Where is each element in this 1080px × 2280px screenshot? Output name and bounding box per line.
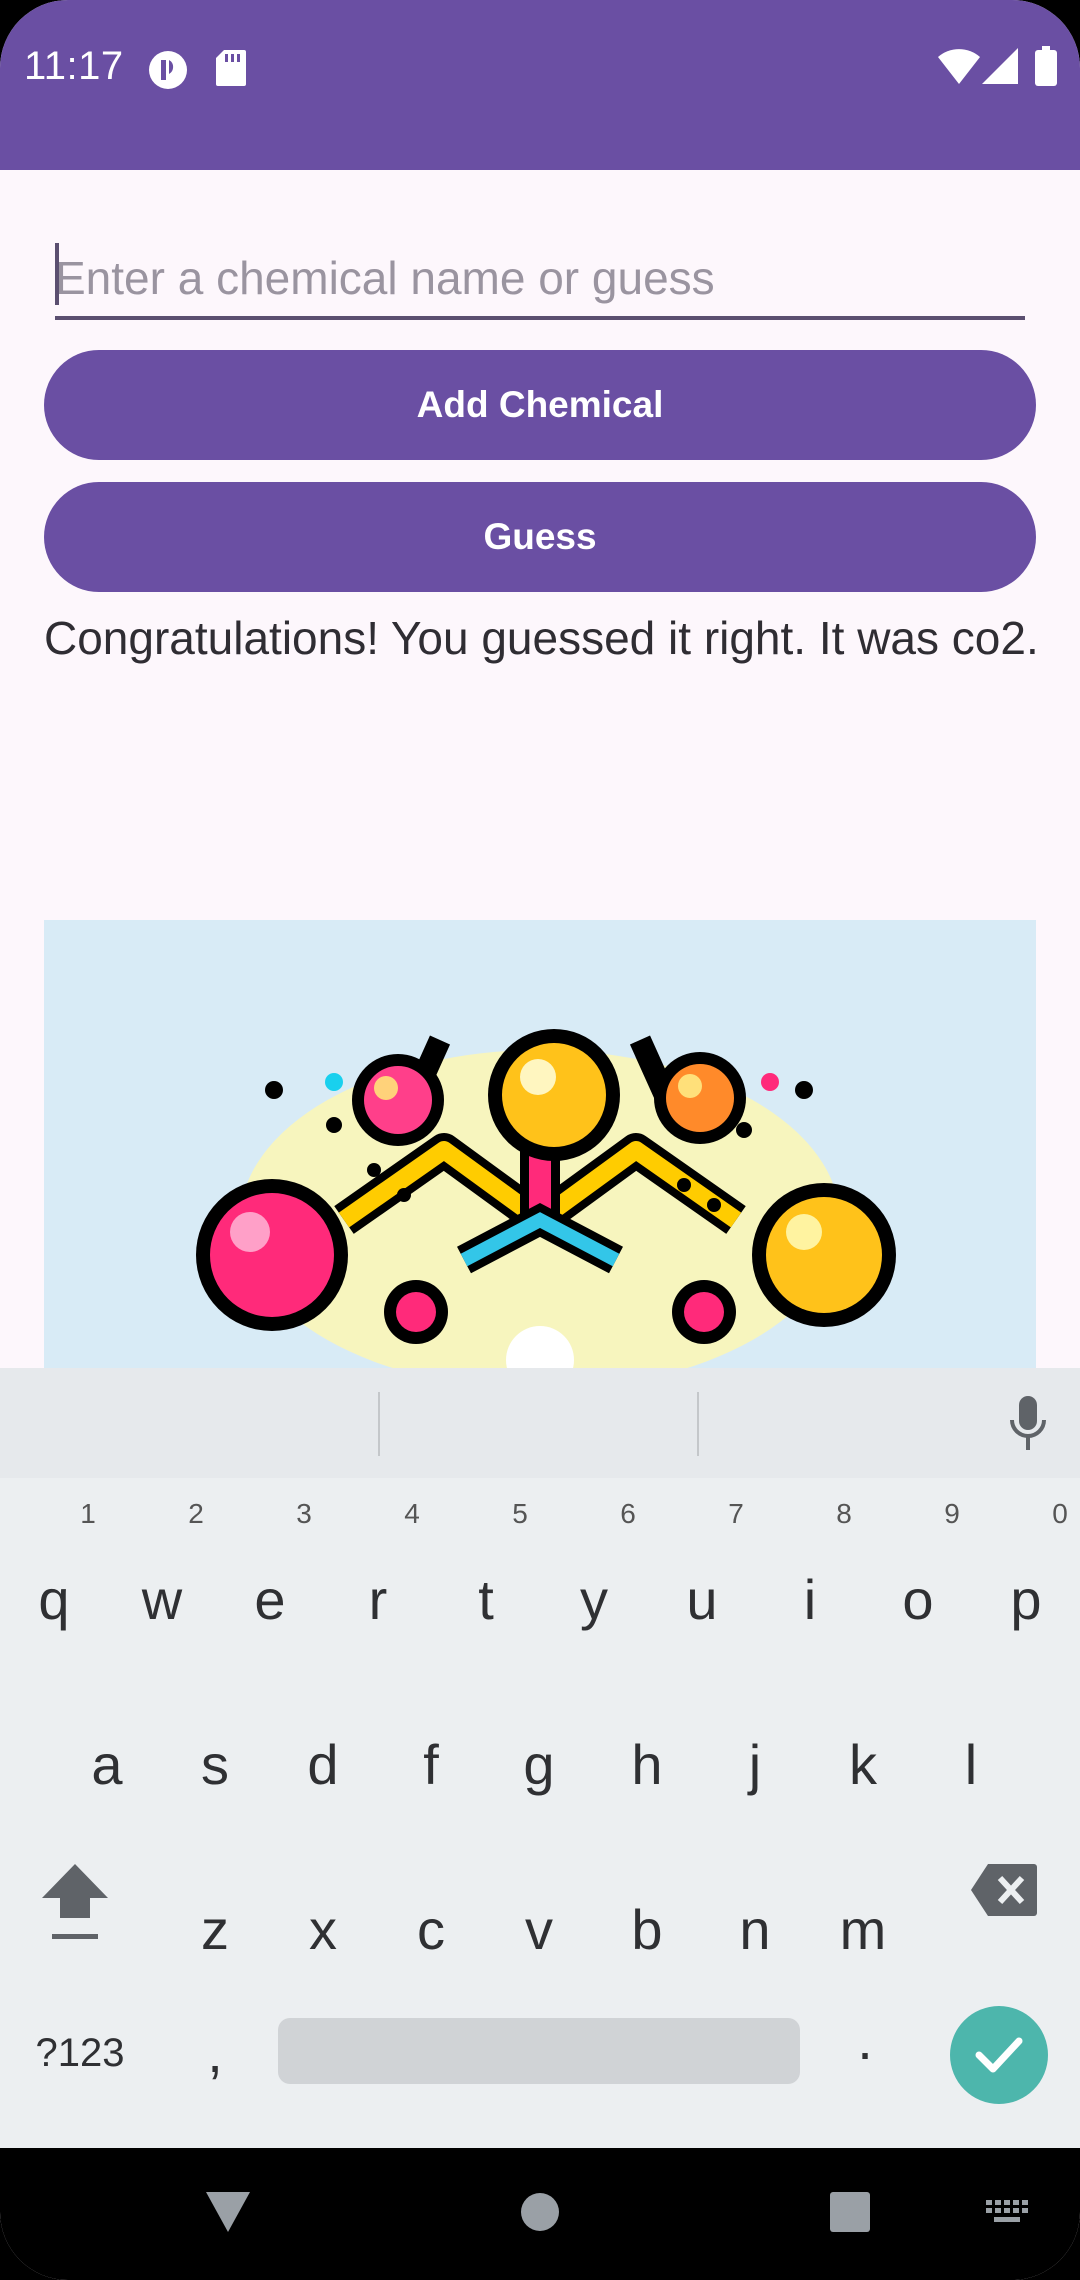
key-p[interactable]: p [976, 1540, 1076, 1660]
suggestion-divider [378, 1392, 380, 1456]
key-c[interactable]: c [381, 1870, 481, 1990]
check-icon [975, 2037, 1023, 2073]
key-l[interactable]: l [921, 1705, 1021, 1825]
suggestion-bar [0, 1368, 1080, 1478]
home-icon[interactable] [520, 2192, 560, 2232]
key-s[interactable]: s [165, 1705, 265, 1825]
key-g[interactable]: g [489, 1705, 589, 1825]
sd-card-icon [216, 50, 246, 86]
key-y[interactable]: y [544, 1540, 644, 1660]
key-w[interactable]: w [112, 1540, 212, 1660]
key-hint-9: 9 [944, 1498, 960, 1529]
recents-icon[interactable] [830, 2192, 870, 2232]
key-i[interactable]: i [760, 1540, 860, 1660]
chemical-image [44, 920, 1036, 1370]
text-caret [55, 243, 59, 305]
key-j[interactable]: j [705, 1705, 805, 1825]
key-space[interactable] [278, 2018, 800, 2084]
suggestion-divider [697, 1392, 699, 1456]
key-v[interactable]: v [489, 1870, 589, 1990]
status-time: 11:17 [24, 44, 124, 88]
key-hint-3: 3 [296, 1498, 312, 1529]
key-symbols[interactable]: ?123 [20, 1993, 140, 2113]
key-m[interactable]: m [813, 1870, 913, 1990]
key-e[interactable]: e [220, 1540, 320, 1660]
app-notification-icon [149, 51, 187, 89]
back-icon[interactable] [204, 2190, 252, 2234]
key-k[interactable]: k [813, 1705, 913, 1825]
key-t[interactable]: t [436, 1540, 536, 1660]
app-screen: 11:17 Add Chemical Guess Congratulati [0, 0, 1080, 2280]
key-x[interactable]: x [273, 1870, 373, 1990]
microphone-icon[interactable] [1010, 1396, 1046, 1452]
key-hint-2: 2 [188, 1498, 204, 1529]
key-a[interactable]: a [57, 1705, 157, 1825]
signal-icon [982, 48, 1018, 84]
navigation-bar [0, 2148, 1080, 2280]
shift-icon[interactable] [40, 1862, 110, 1942]
key-z[interactable]: z [165, 1870, 265, 1990]
key-hint-6: 6 [620, 1498, 636, 1529]
key-h[interactable]: h [597, 1705, 697, 1825]
result-message: Congratulations! You guessed it right. I… [44, 612, 1039, 664]
key-b[interactable]: b [597, 1870, 697, 1990]
key-hint-8: 8 [836, 1498, 852, 1529]
guess-button[interactable]: Guess [44, 482, 1036, 592]
battery-icon [1035, 46, 1057, 86]
keyboard-switch-icon[interactable] [986, 2200, 1028, 2228]
key-q[interactable]: q [4, 1540, 104, 1660]
backspace-icon[interactable] [970, 1862, 1038, 1918]
key-comma[interactable]: , [165, 1993, 265, 2113]
key-r[interactable]: r [328, 1540, 428, 1660]
key-n[interactable]: n [705, 1870, 805, 1990]
molecule-illustration-icon [196, 1029, 896, 1370]
key-u[interactable]: u [652, 1540, 752, 1660]
chemical-input[interactable] [55, 240, 1025, 320]
status-bar: 11:17 [0, 0, 1080, 170]
key-period[interactable]: . [815, 1980, 915, 2100]
key-hint-5: 5 [512, 1498, 528, 1529]
wifi-icon [938, 49, 980, 84]
key-hint-0: 0 [1052, 1498, 1068, 1529]
add-chemical-button[interactable]: Add Chemical [44, 350, 1036, 460]
key-hint-4: 4 [404, 1498, 420, 1529]
key-d[interactable]: d [273, 1705, 373, 1825]
key-hint-7: 7 [728, 1498, 744, 1529]
key-enter[interactable] [950, 2006, 1048, 2104]
key-f[interactable]: f [381, 1705, 481, 1825]
key-hint-1: 1 [80, 1498, 96, 1529]
key-o[interactable]: o [868, 1540, 968, 1660]
soft-keyboard: q w e r t y u i o p 1 2 3 4 5 6 7 8 9 0 … [0, 1368, 1080, 2148]
